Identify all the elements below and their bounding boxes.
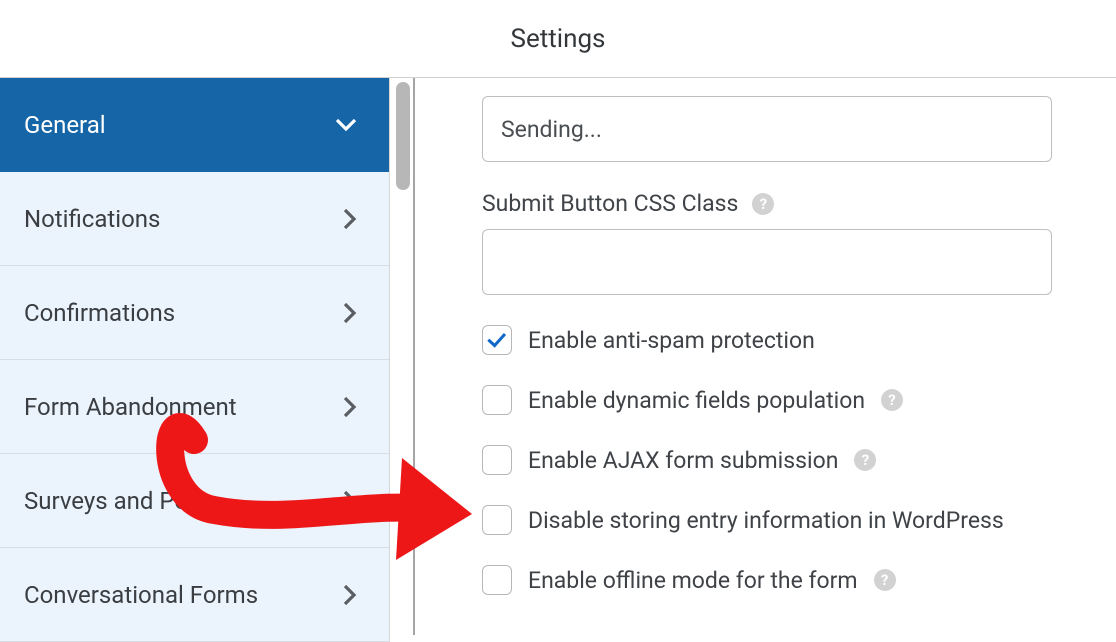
option-offline-mode[interactable]: Enable offline mode for the form ? (482, 565, 1068, 595)
sidebar-item-label: Form Abandonment (24, 393, 237, 421)
chevron-right-icon (343, 584, 357, 606)
sidebar-item-conversational-forms[interactable]: Conversational Forms (0, 548, 389, 642)
sidebar-item-label: Conversational Forms (24, 581, 258, 609)
option-label: Disable storing entry information in Wor… (528, 507, 1004, 534)
sidebar-scrollbar-thumb[interactable] (396, 82, 410, 190)
sidebar-item-confirmations[interactable]: Confirmations (0, 266, 389, 360)
option-label: Enable anti-spam protection (528, 327, 815, 354)
sidebar-item-label: Confirmations (24, 299, 175, 327)
main: General Notifications Confirmations Form… (0, 78, 1116, 635)
submit-processing-text-input[interactable]: Sending... (482, 96, 1052, 162)
help-icon[interactable]: ? (881, 389, 903, 411)
submit-button-css-class-input[interactable] (482, 229, 1052, 295)
sidebar-item-label: Surveys and Polls (24, 487, 212, 515)
help-icon[interactable]: ? (874, 569, 896, 591)
sidebar: General Notifications Confirmations Form… (0, 78, 390, 642)
checkbox[interactable] (482, 505, 512, 535)
option-dynamic-fields[interactable]: Enable dynamic fields population ? (482, 385, 1068, 415)
page-title: Settings (511, 24, 606, 54)
checkbox[interactable] (482, 445, 512, 475)
option-label: Enable dynamic fields population (528, 387, 865, 414)
help-icon[interactable]: ? (752, 193, 774, 215)
sidebar-item-label: General (24, 111, 106, 139)
option-anti-spam[interactable]: Enable anti-spam protection (482, 325, 1068, 355)
chevron-right-icon (343, 396, 357, 418)
chevron-down-icon (335, 118, 357, 132)
help-icon[interactable]: ? (854, 449, 876, 471)
sidebar-item-label: Notifications (24, 205, 160, 233)
css-class-label-row: Submit Button CSS Class ? (482, 190, 1068, 217)
sidebar-item-surveys-and-polls[interactable]: Surveys and Polls (0, 454, 389, 548)
option-disable-storing-entry[interactable]: Disable storing entry information in Wor… (482, 505, 1068, 535)
chevron-right-icon (343, 302, 357, 324)
sidebar-scrollbar-track[interactable] (396, 82, 410, 631)
settings-header: Settings (0, 0, 1116, 78)
checkbox[interactable] (482, 565, 512, 595)
sidebar-column: General Notifications Confirmations Form… (0, 78, 410, 635)
css-class-label: Submit Button CSS Class (482, 190, 738, 217)
settings-content: Sending... Submit Button CSS Class ? Ena… (410, 78, 1116, 635)
checkbox[interactable] (482, 385, 512, 415)
chevron-right-icon (343, 490, 357, 512)
checkbox[interactable] (482, 325, 512, 355)
sidebar-item-form-abandonment[interactable]: Form Abandonment (0, 360, 389, 454)
chevron-right-icon (343, 208, 357, 230)
option-ajax-submission[interactable]: Enable AJAX form submission ? (482, 445, 1068, 475)
option-label: Enable offline mode for the form (528, 567, 858, 594)
sidebar-item-general[interactable]: General (0, 78, 389, 172)
sidebar-item-notifications[interactable]: Notifications (0, 172, 389, 266)
input-value: Sending... (501, 116, 602, 143)
option-label: Enable AJAX form submission (528, 447, 838, 474)
